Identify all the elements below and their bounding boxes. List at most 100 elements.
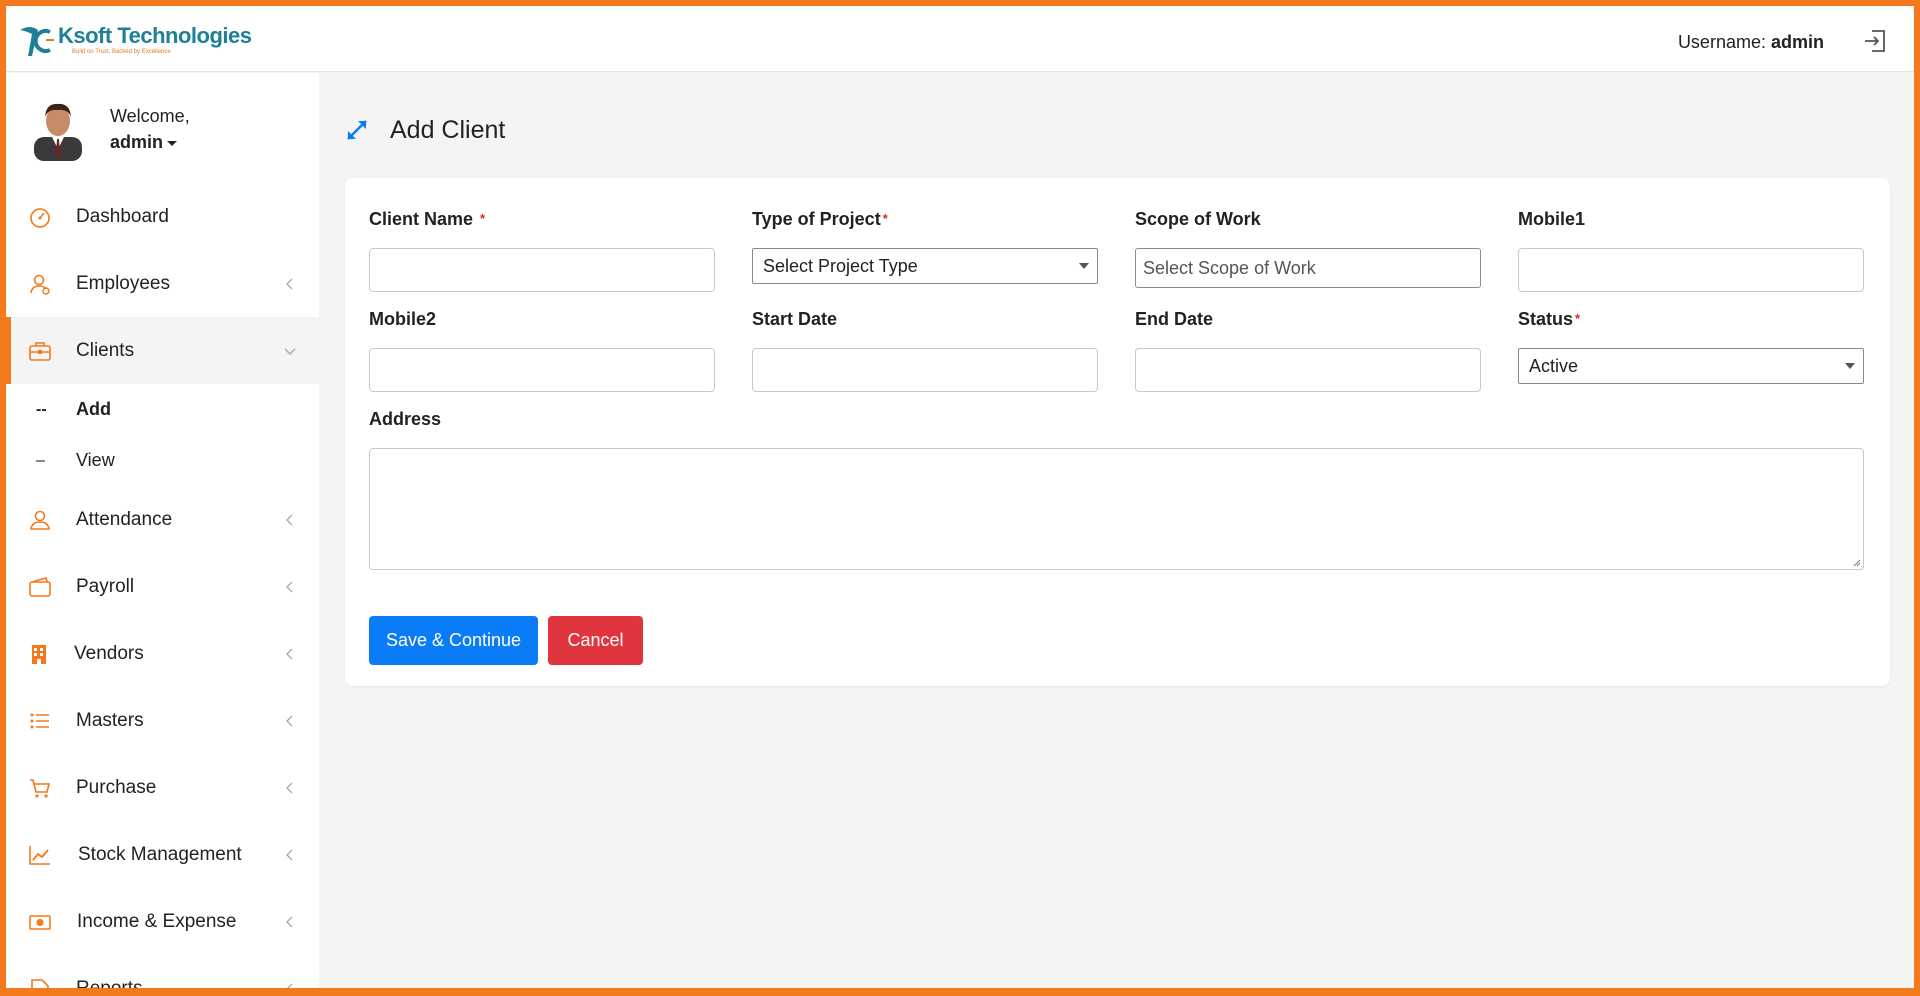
status-label: Status * [1518, 309, 1581, 329]
chevron-left-icon [286, 916, 293, 927]
end-date-input[interactable] [1135, 348, 1481, 392]
sidebar-item-reports[interactable]: Reports [6, 955, 319, 988]
sidebar-subitem-add[interactable]: -- Add [6, 384, 319, 435]
sub-dash: -- [36, 400, 47, 418]
sidebar-item-stock-management[interactable]: Stock Management [6, 821, 319, 888]
sidebar-item-employees[interactable]: Employees [6, 250, 319, 317]
brand-logo[interactable]: Ksoft Technologies Build on Trust, Backe… [16, 18, 252, 62]
employees-icon [30, 274, 50, 295]
mobile1-field-group: Mobile1 [1518, 208, 1864, 292]
project-type-label: Type of Project * [752, 209, 888, 229]
sidebar-subitem-view[interactable]: – View [6, 435, 319, 486]
project-type-value: Select Project Type [763, 256, 918, 276]
payroll-icon [29, 576, 51, 597]
caret-down-icon [167, 140, 178, 146]
sidebar-item-attendance[interactable]: Attendance [6, 486, 319, 553]
mobile1-input[interactable] [1518, 248, 1864, 292]
user-menu-toggle[interactable]: admin [110, 129, 190, 155]
address-textarea[interactable] [369, 448, 1864, 570]
sidebar-item-vendors[interactable]: Vendors [6, 620, 319, 687]
status-field-group: Status * Active [1518, 308, 1864, 384]
sidebar-item-label: Reports [76, 977, 143, 989]
status-value: Active [1529, 356, 1579, 376]
start-date-input[interactable] [752, 348, 1098, 392]
welcome-username: admin [110, 132, 164, 152]
chevron-left-icon [286, 983, 293, 988]
username-label: Username: [1677, 32, 1766, 52]
sidebar-nav: Dashboard Employees Clients -- Add – Vie… [6, 183, 319, 988]
clients-icon [29, 341, 51, 361]
username-display: Username: admin [1678, 32, 1824, 53]
attendance-icon [30, 510, 50, 530]
dropdown-arrow-icon [1079, 263, 1089, 269]
sidebar-item-label: Vendors [74, 642, 144, 664]
expand-icon[interactable] [344, 117, 370, 143]
avatar [34, 103, 82, 161]
status-select[interactable]: Active [1518, 348, 1864, 384]
stock-icon [29, 845, 50, 865]
client-name-label: Client Name * [369, 209, 486, 229]
brand-name: Ksoft Technologies [58, 23, 252, 48]
chevron-left-icon [286, 648, 293, 659]
scope-of-work-input[interactable]: Select Scope of Work [1135, 248, 1481, 288]
mobile1-label: Mobile1 [1518, 209, 1586, 229]
chevron-left-icon [286, 581, 293, 592]
add-client-form: Client Name * Type of Project * Select Pr… [345, 178, 1890, 686]
sidebar-item-label: Payroll [76, 575, 135, 597]
address-label: Address [369, 409, 442, 429]
vendors-icon [32, 644, 46, 664]
logo-mark-icon [20, 27, 54, 56]
scope-label: Scope of Work [1135, 209, 1261, 229]
chevron-left-icon [286, 514, 293, 525]
reports-icon [31, 978, 49, 988]
project-type-field-group: Type of Project * Select Project Type [752, 208, 1098, 284]
sub-label: View [76, 450, 115, 470]
sidebar-item-label: Employees [76, 272, 170, 294]
dashboard-icon [30, 207, 50, 228]
mobile2-label: Mobile2 [369, 309, 437, 329]
sub-dash: – [36, 451, 45, 469]
project-type-select[interactable]: Select Project Type [752, 248, 1098, 284]
sidebar-item-label: Dashboard [76, 205, 169, 227]
welcome-panel: Welcome, admin [30, 97, 190, 161]
start-date-label: Start Date [752, 309, 838, 329]
page-header: Add Client [344, 110, 505, 150]
end-date-field-group: End Date [1135, 308, 1481, 392]
welcome-label: Welcome, [110, 106, 190, 126]
income-icon [29, 914, 51, 930]
scope-field-group: Scope of Work Select Scope of Work [1135, 208, 1481, 288]
chevron-left-icon [286, 278, 293, 289]
chevron-left-icon [286, 849, 293, 860]
sidebar-item-purchase[interactable]: Purchase [6, 754, 319, 821]
sidebar-item-payroll[interactable]: Payroll [6, 553, 319, 620]
sidebar-item-label: Purchase [76, 776, 157, 798]
sidebar-item-label: Income & Expense [77, 910, 237, 932]
cancel-button[interactable]: Cancel [548, 616, 643, 665]
resize-grip-icon[interactable] [1851, 557, 1861, 567]
chevron-down-icon [284, 348, 296, 355]
purchase-icon [30, 778, 51, 798]
top-header: Ksoft Technologies Build on Trust, Backe… [6, 6, 1914, 72]
sidebar: Welcome, admin Dashboard Employees Clien… [6, 73, 319, 988]
sidebar-item-masters[interactable]: Masters [6, 687, 319, 754]
sub-label: Add [76, 399, 111, 419]
save-continue-button[interactable]: Save & Continue [369, 616, 538, 665]
dropdown-arrow-icon [1845, 363, 1855, 369]
masters-icon [30, 713, 49, 728]
sidebar-item-label: Stock Management [78, 843, 242, 865]
brand-tagline: Build on Trust, Backed by Excellence [72, 49, 171, 55]
sidebar-item-clients[interactable]: Clients [6, 317, 319, 384]
sidebar-item-dashboard[interactable]: Dashboard [6, 183, 319, 250]
address-field-group: Address [369, 408, 1864, 570]
client-name-field-group: Client Name * [369, 208, 715, 292]
sidebar-item-label: Clients [76, 339, 135, 361]
mobile2-input[interactable] [369, 348, 715, 392]
client-name-input[interactable] [369, 248, 715, 292]
sidebar-item-label: Attendance [76, 508, 173, 530]
sidebar-item-label: Masters [76, 709, 144, 731]
logout-icon[interactable] [1862, 28, 1888, 54]
page-title: Add Client [390, 115, 506, 144]
username-value: admin [1770, 32, 1824, 52]
sidebar-item-income-expense[interactable]: Income & Expense [6, 888, 319, 955]
mobile2-field-group: Mobile2 [369, 308, 715, 392]
